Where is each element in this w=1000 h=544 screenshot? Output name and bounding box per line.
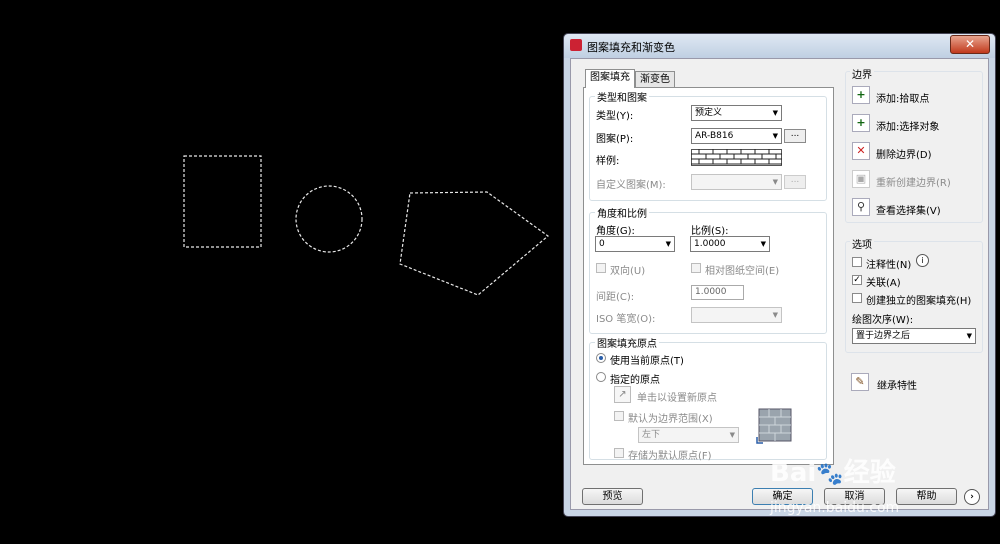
options-group: 选项 注释性(N) i ✓ 关联(A) 创建独立的图案填充(H) 绘图次序(W)… (845, 236, 983, 353)
spacing-input[interactable]: 1.0000 (691, 285, 744, 300)
separate-hatch-checkbox[interactable] (852, 293, 862, 303)
scale-value: 1.0000 (694, 239, 726, 249)
draw-order-value: 置于边界之后 (856, 331, 911, 341)
type-label: 类型(Y): (596, 111, 634, 122)
remove-boundary-icon[interactable]: ✕ (852, 142, 870, 160)
default-extent-checkbox[interactable] (614, 411, 624, 421)
pattern-browse-button[interactable]: ... (784, 129, 806, 143)
add-select-label[interactable]: 添加:选择对象 (876, 118, 939, 133)
associative-label: 关联(A) (866, 278, 901, 289)
use-current-origin-label: 使用当前原点(T) (610, 356, 684, 367)
drawing-canvas[interactable] (0, 0, 560, 544)
scale-combo[interactable]: 1.0000 ▼ (690, 236, 770, 252)
draw-order-combo[interactable]: 置于边界之后 ▼ (852, 328, 976, 344)
draw-order-label: 绘图次序(W): (852, 315, 914, 326)
add-select-icon[interactable]: + (852, 114, 870, 132)
recreate-boundary-label[interactable]: 重新创建边界(R) (876, 174, 951, 189)
annotative-label: 注释性(N) (866, 260, 912, 271)
store-default-checkbox[interactable] (614, 448, 624, 458)
add-pick-icon[interactable]: + (852, 86, 870, 104)
specified-origin-radio[interactable] (596, 372, 606, 382)
dashed-rectangle[interactable] (183, 155, 262, 248)
spacing-label: 间距(C): (596, 292, 635, 303)
pattern-swatch[interactable] (691, 149, 782, 166)
chevron-down-icon: ▼ (772, 178, 778, 186)
tab-hatch[interactable]: 图案填充 (585, 69, 635, 88)
paper-space-checkbox[interactable] (691, 263, 701, 273)
separate-hatch-label: 创建独立的图案填充(H) (866, 296, 972, 307)
chevron-down-icon: ▼ (966, 332, 972, 340)
angle-value: 0 (599, 239, 605, 249)
iso-pen-combo[interactable]: ▼ (691, 307, 782, 323)
chevron-down-icon: ▼ (760, 240, 766, 248)
more-options-icon[interactable]: › (964, 489, 980, 505)
dialog-title: 图案填充和渐变色 (587, 41, 675, 54)
pattern-value: AR-B816 (695, 131, 734, 141)
type-value: 预定义 (695, 108, 723, 118)
inherit-label[interactable]: 继承特性 (877, 377, 917, 392)
chevron-down-icon: ▼ (665, 240, 671, 248)
hatch-origin-title: 图案填充原点 (595, 335, 659, 350)
hatch-tab-pane: 类型和图案 类型(Y): 预定义 ▼ 图案(P): AR-B816 ▼ ... 样例… (583, 87, 834, 465)
chevron-down-icon: ▼ (772, 109, 778, 117)
watermark-jingyan: 经验 (843, 458, 896, 488)
magnifier-icon[interactable]: ⚲ (852, 198, 870, 216)
angle-combo[interactable]: 0 ▼ (595, 236, 675, 252)
custom-pattern-label: 自定义图案(M): (596, 180, 666, 191)
annotative-checkbox[interactable] (852, 257, 862, 267)
preview-button[interactable]: 预览 (582, 488, 643, 505)
boundaries-group: 边界 + 添加:拾取点 + 添加:选择对象 ✕ 删除边界(D) ▣ 重新创建边界… (845, 66, 983, 223)
origin-preview-icon (756, 408, 792, 444)
iso-pen-label: ISO 笔宽(O): (596, 314, 656, 325)
app-icon (570, 39, 582, 51)
chevron-down-icon: ▼ (772, 311, 778, 319)
title-bar[interactable]: 图案填充和渐变色 ✕ (564, 34, 995, 58)
dashed-pentagon[interactable] (399, 191, 549, 296)
swatch-label: 样例: (596, 156, 620, 167)
double-checkbox[interactable] (596, 263, 606, 273)
pattern-label: 图案(P): (596, 134, 634, 145)
paper-space-label: 相对图纸空间(E) (705, 266, 780, 277)
watermark-url: jingyan.baidu.com (770, 500, 900, 516)
type-combo[interactable]: 预定义 ▼ (691, 105, 782, 121)
chevron-down-icon: ▼ (772, 132, 778, 140)
options-title: 选项 (850, 236, 874, 251)
scale-label: 比例(S): (691, 226, 729, 237)
click-set-origin-label: 单击以设置新原点 (637, 393, 717, 404)
associative-checkbox[interactable]: ✓ (852, 275, 862, 285)
store-default-label: 存储为默认原点(F) (628, 451, 712, 462)
add-pick-label[interactable]: 添加:拾取点 (876, 90, 929, 105)
paw-icon: 🐾 (816, 462, 844, 487)
watermark-logo: Bai🐾经验 (770, 452, 896, 489)
inherit-brush-icon[interactable]: ✎ (851, 373, 869, 391)
dialog-client: 图案填充 渐变色 类型和图案 类型(Y): 预定义 ▼ 图案(P): AR-B81… (570, 58, 989, 510)
angle-scale-title: 角度和比例 (595, 205, 649, 220)
recreate-boundary-icon[interactable]: ▣ (852, 170, 870, 188)
tab-gradient[interactable]: 渐变色 (635, 71, 675, 88)
remove-boundary-label[interactable]: 删除边界(D) (876, 146, 932, 161)
pattern-combo[interactable]: AR-B816 ▼ (691, 128, 782, 144)
extent-position-value: 左下 (642, 430, 661, 440)
set-origin-icon[interactable]: ↗ (614, 386, 631, 403)
double-label: 双向(U) (610, 266, 646, 277)
custom-pattern-combo[interactable]: ▼ (691, 174, 782, 190)
info-icon[interactable]: i (916, 254, 929, 267)
view-selection-label[interactable]: 查看选择集(V) (876, 202, 941, 217)
type-pattern-title: 类型和图案 (595, 89, 649, 104)
extent-position-combo[interactable]: 左下 ▼ (638, 427, 739, 443)
watermark-text: Bai (770, 458, 817, 488)
close-button[interactable]: ✕ (950, 35, 990, 54)
default-extent-label: 默认为边界范围(X) (628, 414, 713, 425)
chevron-down-icon: ▼ (729, 431, 735, 439)
dashed-circle[interactable] (295, 185, 363, 253)
help-button[interactable]: 帮助 (896, 488, 957, 505)
boundaries-title: 边界 (850, 66, 874, 81)
angle-label: 角度(G): (596, 226, 635, 237)
specified-origin-label: 指定的原点 (610, 375, 660, 386)
hatch-gradient-dialog: 图案填充和渐变色 ✕ 图案填充 渐变色 类型和图案 类型(Y): 预定义 ▼ 图案… (563, 33, 996, 517)
use-current-origin-radio[interactable] (596, 353, 606, 363)
custom-browse-button[interactable]: ... (784, 175, 806, 189)
